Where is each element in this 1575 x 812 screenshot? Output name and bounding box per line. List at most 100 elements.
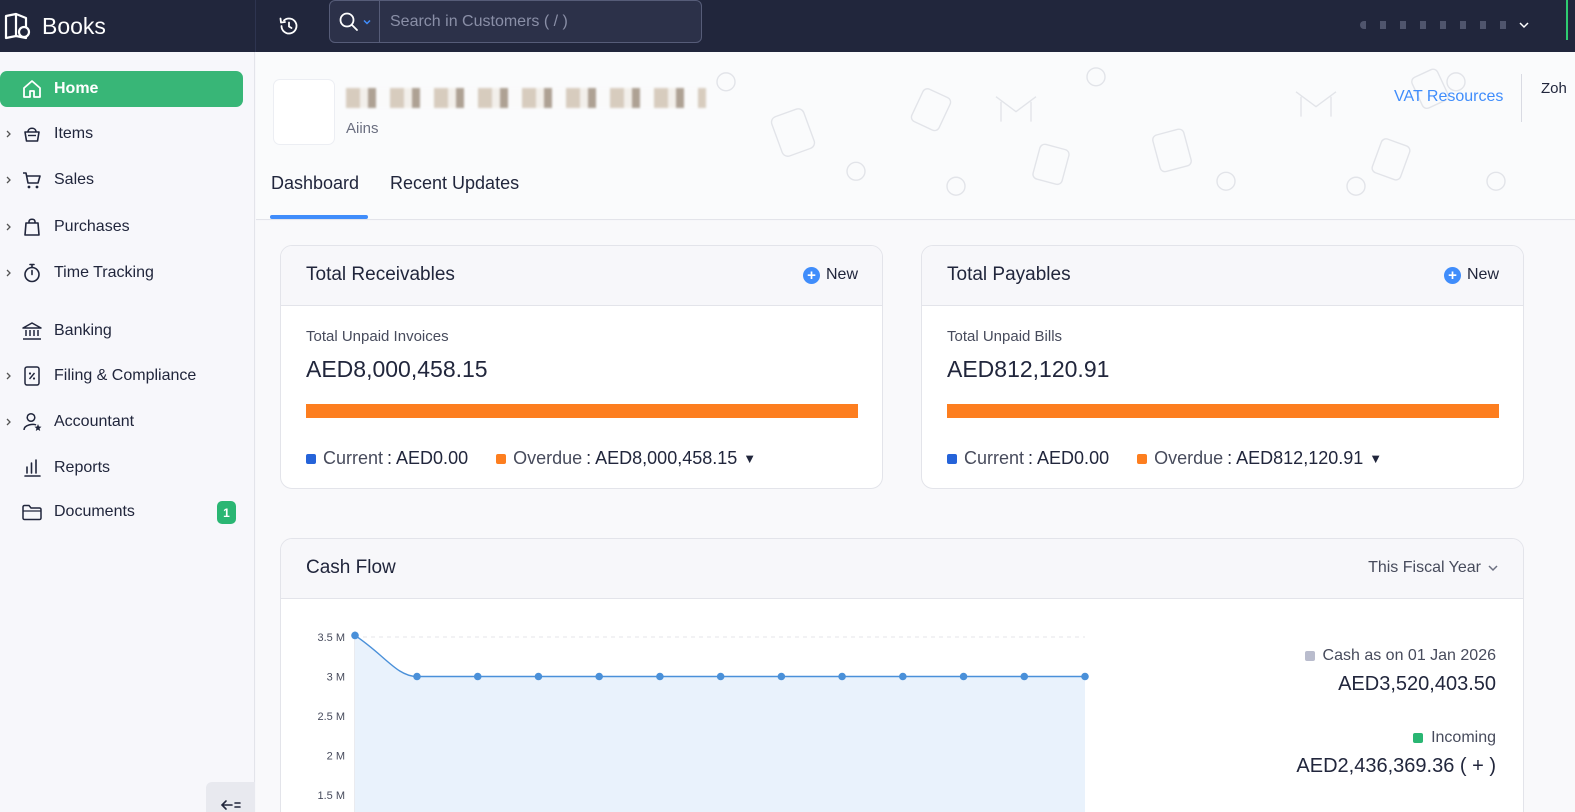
documents-count-badge: 1: [217, 501, 236, 524]
y-tick-label: 1.5 M: [317, 790, 345, 802]
sidebar-item-label: Sales: [54, 171, 95, 188]
search-scope-button[interactable]: [330, 1, 380, 42]
card-title: Total Receivables: [306, 264, 455, 285]
vat-resources-link[interactable]: VAT Resources: [1394, 88, 1503, 106]
incoming-legend-swatch: [1413, 733, 1424, 743]
cash-value: AED3,520,403.50: [1338, 673, 1496, 695]
dashboard-banner: Aiins VAT Resources Zoh Dashboard Recent…: [256, 52, 1575, 220]
data-point[interactable]: [351, 631, 359, 640]
unpaid-label: Total Unpaid Bills: [947, 328, 1063, 345]
data-point[interactable]: [413, 672, 421, 681]
sidebar-item-label: Documents: [54, 503, 135, 520]
sidebar-item-home[interactable]: Home: [0, 71, 243, 107]
collapse-left-icon: [220, 800, 241, 810]
organization-name-redacted: [1360, 21, 1510, 29]
chevron-down-icon: [1519, 22, 1529, 29]
current-legend-swatch: [306, 453, 316, 464]
truncated-banner-text: Zoh: [1541, 80, 1567, 97]
data-point[interactable]: [959, 672, 968, 681]
sidebar-item-reports[interactable]: Reports: [0, 450, 243, 486]
brand[interactable]: Books: [0, 0, 255, 52]
dashboard-content: Total Receivables + New Total Unpaid Inv…: [256, 221, 1575, 812]
sidebar-item-label: Accountant: [54, 413, 135, 430]
chevron-right-icon: [6, 418, 11, 426]
sidebar-item-time-tracking[interactable]: Time Tracking: [0, 255, 243, 291]
recent-history-button[interactable]: [274, 11, 304, 41]
data-point[interactable]: [595, 672, 603, 681]
bank-icon: [22, 322, 42, 340]
plus-circle-icon: +: [802, 266, 820, 284]
top-bar: Books: [0, 0, 1575, 52]
chevron-right-icon: [6, 372, 11, 380]
new-invoice-button[interactable]: + New: [802, 266, 858, 284]
tab-recent-updates[interactable]: Recent Updates: [390, 173, 519, 194]
data-point[interactable]: [899, 672, 907, 681]
unpaid-label: Total Unpaid Invoices: [306, 328, 449, 345]
sidebar: Home Items Sales Purchases Time Tracking…: [0, 52, 255, 812]
organization-logo[interactable]: [274, 80, 334, 144]
payables-progress-bar: [947, 404, 1499, 418]
sidebar-item-label: Banking: [54, 322, 112, 339]
stopwatch-icon: [24, 263, 40, 283]
overdue-value: : AED812,120.91: [1227, 448, 1364, 468]
card-header: Total Receivables + New: [281, 246, 882, 306]
tax-document-icon: [24, 366, 40, 386]
card-title: Total Payables: [947, 264, 1071, 285]
sidebar-item-label: Purchases: [54, 218, 130, 235]
overdue-dropdown-icon[interactable]: ▼: [1369, 451, 1382, 466]
sidebar-item-items[interactable]: Items: [0, 116, 243, 152]
data-point[interactable]: [534, 672, 543, 681]
sidebar-item-label: Filing & Compliance: [54, 367, 197, 384]
total-payables-card: Total Payables + New Total Unpaid Bills …: [921, 245, 1524, 489]
data-point[interactable]: [473, 672, 482, 681]
card-header: Cash Flow This Fiscal Year: [281, 539, 1523, 599]
y-tick-label: 3 M: [327, 672, 345, 684]
top-divider: [255, 0, 256, 52]
payables-legend: Current : AED0.00 Overdue : AED812,120.9…: [947, 448, 1382, 469]
data-point[interactable]: [777, 672, 786, 681]
new-button-label: New: [825, 266, 858, 283]
card-header: Total Payables + New: [922, 246, 1523, 306]
shopping-bag-icon: [24, 218, 40, 236]
cash-flow-chart: 3.5 M 3 M 2.5 M 2 M 1.5 M: [317, 631, 1089, 812]
sidebar-item-accountant[interactable]: Accountant: [0, 404, 243, 440]
cash-series-line: [354, 634, 1085, 678]
unpaid-amount: AED812,120.91: [947, 356, 1110, 382]
chevron-right-icon: [6, 176, 11, 184]
chevron-right-icon: [6, 223, 11, 231]
search-input[interactable]: [380, 1, 701, 42]
sidebar-item-purchases[interactable]: Purchases: [0, 209, 243, 245]
current-label: Current: [323, 448, 384, 468]
data-point[interactable]: [1081, 672, 1089, 681]
period-label: This Fiscal Year: [1368, 559, 1481, 576]
tab-dashboard[interactable]: Dashboard: [271, 173, 359, 194]
overdue-legend-swatch: [1137, 453, 1148, 464]
cart-icon: [23, 172, 41, 189]
period-dropdown[interactable]: This Fiscal Year: [1368, 559, 1499, 577]
sidebar-item-banking[interactable]: Banking: [0, 313, 243, 349]
data-point[interactable]: [838, 672, 846, 681]
data-point[interactable]: [656, 672, 664, 681]
sidebar-item-filing-compliance[interactable]: Filing & Compliance: [0, 358, 243, 394]
overdue-value: : AED8,000,458.15: [586, 448, 738, 468]
overdue-legend-swatch: [496, 453, 507, 464]
new-bill-button[interactable]: + New: [1443, 266, 1499, 284]
total-receivables-card: Total Receivables + New Total Unpaid Inv…: [280, 245, 883, 489]
data-point[interactable]: [1020, 672, 1029, 681]
sidebar-item-sales[interactable]: Sales: [0, 162, 243, 198]
organization-switcher[interactable]: [1335, 10, 1530, 40]
cash-legend-swatch: [1304, 651, 1315, 661]
sidebar-item-documents[interactable]: Documents 1: [0, 494, 243, 530]
sidebar-item-label: Items: [54, 125, 94, 142]
app-name: Books: [42, 12, 106, 39]
current-label: Current: [964, 448, 1025, 468]
collapse-sidebar-button[interactable]: [206, 782, 255, 812]
overdue-dropdown-icon[interactable]: ▼: [743, 451, 756, 466]
current-value: : AED0.00: [387, 448, 469, 468]
data-point[interactable]: [716, 672, 725, 681]
incoming-label: Incoming: [1431, 729, 1496, 746]
bar-chart-icon: [24, 459, 41, 477]
books-logo-icon: [4, 12, 31, 40]
sidebar-item-label: Home: [54, 80, 99, 97]
receivables-legend: Current : AED0.00 Overdue : AED8,000,458…: [306, 448, 756, 469]
